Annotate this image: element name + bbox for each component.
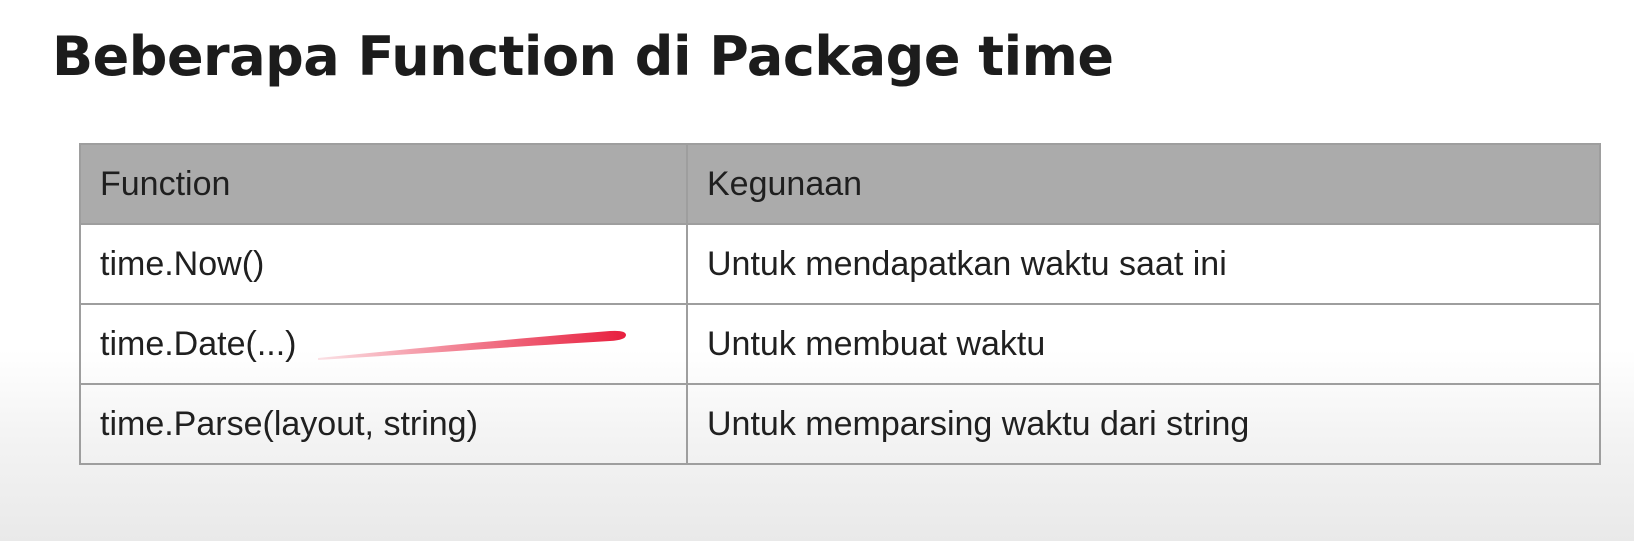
function-cell: time.Parse(layout, string): [79, 383, 688, 465]
slide-title: Beberapa Function di Package time: [52, 25, 1114, 88]
table-row: time.Now() Untuk mendapatkan waktu saat …: [79, 223, 1601, 305]
function-cell: time.Now(): [79, 223, 688, 305]
usage-cell: Untuk memparsing waktu dari string: [686, 383, 1601, 465]
header-kegunaan: Kegunaan: [686, 143, 1601, 225]
table-row: time.Parse(layout, string) Untuk mempars…: [79, 383, 1601, 465]
table-header-row: Function Kegunaan: [79, 143, 1601, 225]
header-function: Function: [79, 143, 688, 225]
function-cell: time.Date(...): [79, 303, 688, 385]
function-table: Function Kegunaan time.Now() Untuk menda…: [79, 143, 1601, 465]
table-row: time.Date(...) Untuk membuat waktu: [79, 303, 1601, 385]
usage-cell: Untuk mendapatkan waktu saat ini: [686, 223, 1601, 305]
usage-cell: Untuk membuat waktu: [686, 303, 1601, 385]
